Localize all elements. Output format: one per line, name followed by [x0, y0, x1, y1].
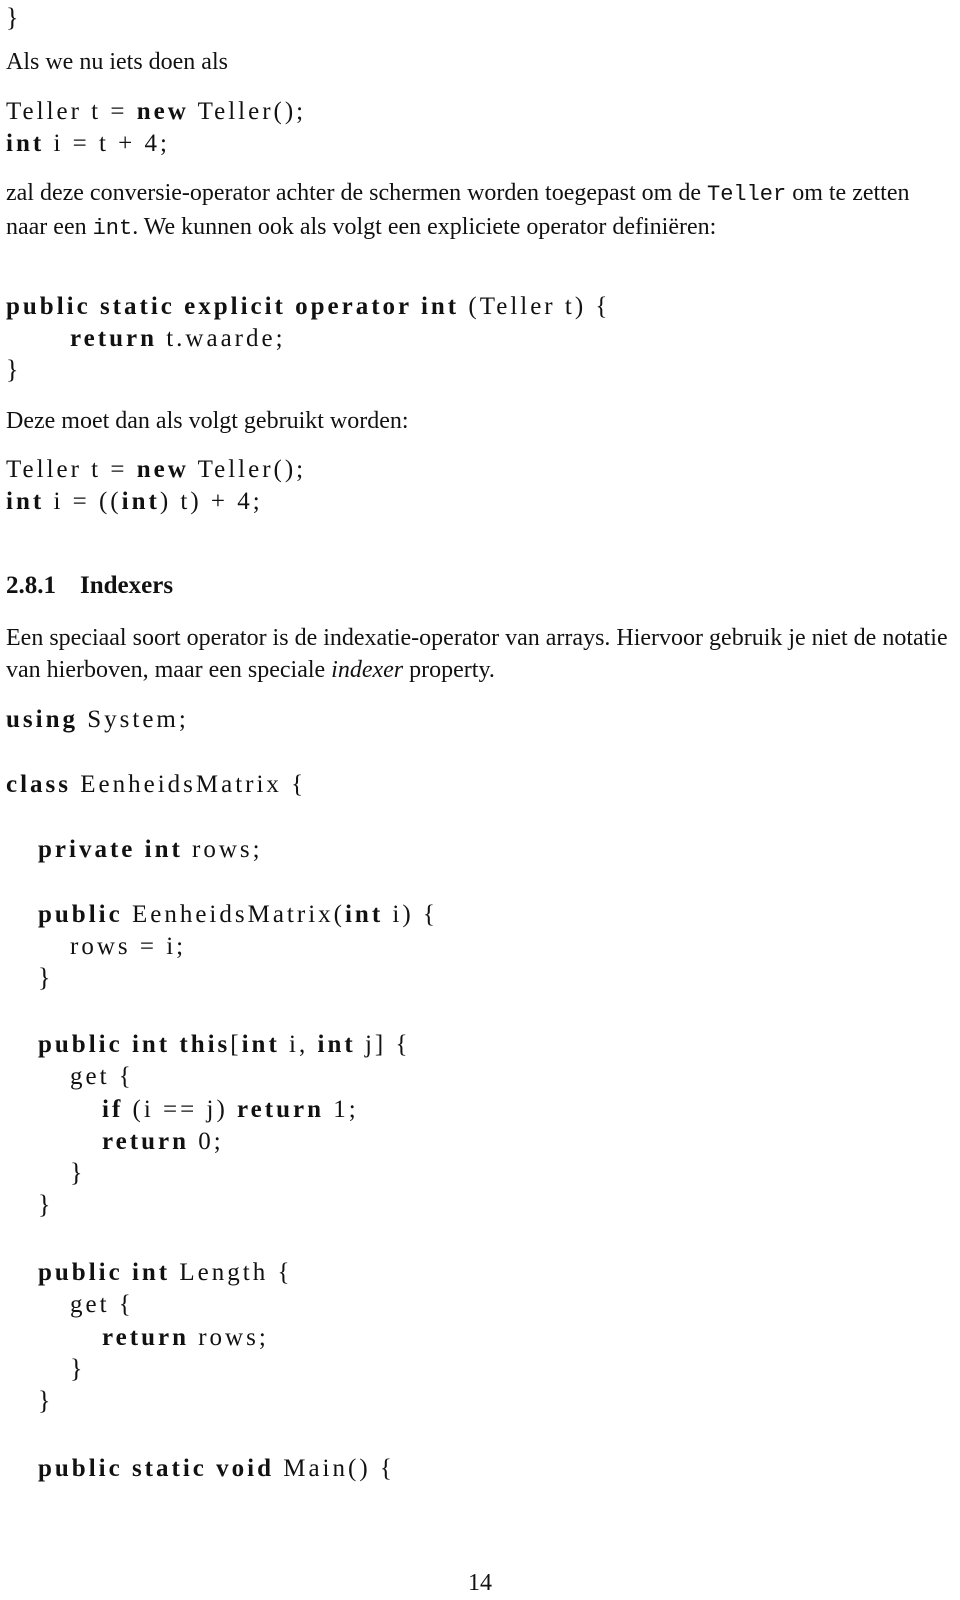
keyword: int	[121, 488, 160, 515]
keyword: int	[6, 130, 45, 157]
keyword: return	[70, 325, 157, 352]
keyword: return	[102, 1324, 189, 1351]
paragraph-conversion: zal deze conversie-operator achter de sc…	[6, 180, 910, 241]
keyword: class	[6, 771, 71, 798]
keyword: public int	[38, 1259, 171, 1286]
keyword: public static explicit operator int	[6, 293, 460, 320]
paragraph-indexers: Een speciaal soort operator is de indexa…	[6, 625, 948, 683]
keyword: new	[136, 456, 189, 483]
code-line-length: public int Length {	[38, 1259, 293, 1286]
code-line: public static explicit operator int (Tel…	[6, 293, 611, 320]
keyword: new	[136, 98, 189, 125]
keyword: if	[102, 1096, 124, 1123]
keyword: public	[38, 901, 123, 928]
code-line: Teller t = new Teller();	[6, 98, 307, 125]
emphasis-indexer: indexer	[331, 657, 404, 683]
inline-code-teller: Teller	[707, 182, 787, 207]
keyword: public int this	[38, 1031, 231, 1058]
code-line: int i = t + 4;	[6, 130, 170, 157]
page-number: 14	[468, 1570, 492, 1596]
code-line: }	[6, 355, 22, 384]
keyword: using	[6, 706, 78, 733]
inline-code-int: int	[92, 216, 133, 241]
code-line: return rows;	[102, 1324, 269, 1351]
keyword: int	[344, 901, 384, 928]
code-line: Teller t = new Teller();	[6, 456, 307, 483]
code-line: rows = i;	[70, 933, 187, 960]
keyword: int	[6, 488, 45, 515]
code-line: }	[38, 1190, 54, 1219]
code-line: return 0;	[102, 1128, 224, 1155]
keyword: int	[241, 1031, 280, 1058]
code-line: get {	[70, 1063, 134, 1090]
section-heading: 2.8.1 Indexers	[6, 572, 173, 600]
code-line: if (i == j) return 1;	[102, 1096, 359, 1123]
code-line: }	[38, 963, 54, 992]
closing-brace: }	[6, 3, 22, 32]
code-line-field: private int rows;	[38, 836, 263, 863]
keyword: public static void	[38, 1455, 274, 1482]
code-line: return t.waarde;	[70, 325, 286, 352]
keyword: return	[237, 1096, 325, 1123]
code-line: get {	[70, 1291, 134, 1318]
code-line-class: class EenheidsMatrix {	[6, 771, 307, 798]
code-line-main: public static void Main() {	[38, 1455, 395, 1482]
code-line: }	[38, 1386, 54, 1415]
code-line: int i = ((int) t) + 4;	[6, 488, 263, 515]
code-line: }	[70, 1158, 86, 1187]
paragraph-intro: Als we nu iets doen als	[6, 49, 228, 75]
section-title: Indexers	[80, 572, 174, 599]
keyword: private int	[38, 836, 183, 863]
section-number: 2.8.1	[6, 572, 56, 599]
keyword: return	[102, 1128, 189, 1155]
paragraph-explicit-usage: Deze moet dan als volgt gebruikt worden:	[6, 408, 409, 434]
code-line-using: using System;	[6, 706, 189, 733]
keyword: int	[317, 1031, 356, 1058]
code-line-constructor: public EenheidsMatrix(int i) {	[38, 901, 438, 928]
code-line: }	[70, 1354, 86, 1383]
code-line-indexer: public int this[int i, int j] {	[38, 1031, 411, 1058]
